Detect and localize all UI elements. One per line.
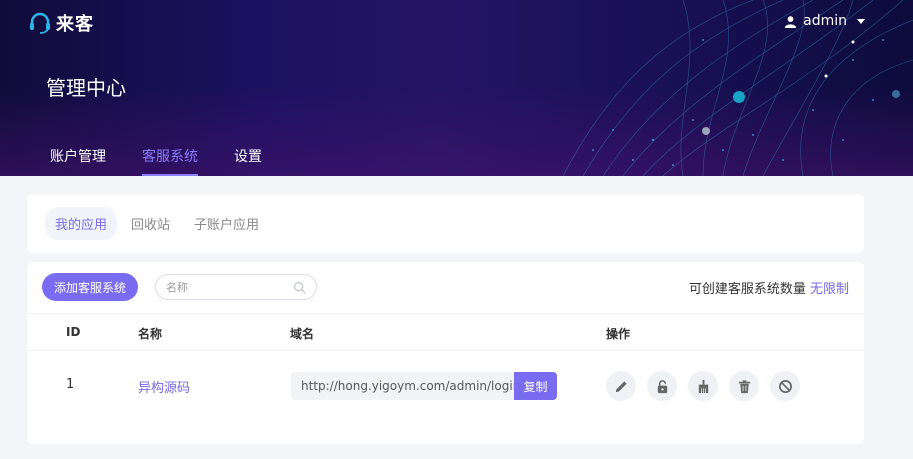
quota-label: 可创建客服系统数量 — [688, 281, 806, 297]
subtab-sub-account-apps[interactable]: 子账户应用 — [184, 207, 269, 240]
edit-button[interactable] — [606, 371, 636, 401]
edit-icon — [615, 380, 627, 392]
trash-icon — [738, 379, 750, 393]
toolbar: 添加客服系统 可创建客服系统数量 无限制 — [42, 273, 849, 301]
delete-button[interactable] — [729, 371, 759, 401]
header-name: 名称 — [138, 327, 163, 341]
nav-tab-service-system[interactable]: 客服系统 — [142, 146, 198, 176]
row-actions — [606, 371, 800, 401]
copy-button[interactable]: 复制 — [514, 372, 557, 400]
clean-brush-icon — [698, 379, 708, 393]
add-service-system-button[interactable]: 添加客服系统 — [42, 273, 139, 301]
header-id: ID — [66, 325, 81, 339]
header-ops: 操作 — [606, 327, 631, 341]
nav-tab-account[interactable]: 账户管理 — [50, 146, 106, 176]
disable-button[interactable] — [770, 371, 800, 401]
brand-logo[interactable]: 来客 — [28, 10, 94, 36]
row-name-link[interactable]: 异构源码 — [138, 377, 190, 396]
table-row: 1 异构源码 http://hong.yigoym.com/admin/logi… — [27, 370, 864, 402]
clean-button[interactable] — [688, 371, 718, 401]
user-menu[interactable]: admin — [784, 13, 865, 29]
subtab-my-apps[interactable]: 我的应用 — [45, 207, 118, 240]
domain-field: http://hong.yigoym.com/admin/login/in 复制 — [291, 372, 557, 400]
quota-info: 可创建客服系统数量 无限制 — [689, 278, 849, 297]
subtab-recycle-bin[interactable]: 回收站 — [121, 207, 180, 240]
chevron-down-icon — [857, 18, 865, 24]
app-list-card: 添加客服系统 可创建客服系统数量 无限制 ID 名称 域名 操作 1 异构源码 … — [27, 262, 864, 444]
quota-value: 无限制 — [809, 281, 849, 297]
domain-text[interactable]: http://hong.yigoym.com/admin/login/in — [291, 372, 514, 400]
row-id: 1 — [66, 377, 75, 392]
search-input[interactable] — [166, 280, 277, 294]
page-title: 管理中心 — [46, 76, 126, 100]
header-domain: 域名 — [290, 327, 315, 341]
search-icon[interactable] — [293, 281, 306, 294]
brand-name: 来客 — [56, 14, 94, 35]
unlock-icon — [657, 379, 667, 393]
nav-tab-settings[interactable]: 设置 — [234, 146, 262, 176]
subtab-card: 我的应用 回收站 子账户应用 — [27, 194, 864, 253]
disable-icon — [778, 379, 792, 393]
user-name: admin — [803, 13, 847, 29]
search-box[interactable] — [155, 274, 318, 300]
unlock-button[interactable] — [647, 371, 677, 401]
user-icon — [784, 15, 797, 28]
headset-icon — [30, 12, 50, 34]
main-nav: 账户管理 客服系统 设置 — [50, 146, 298, 176]
table-header: ID 名称 域名 操作 — [27, 313, 864, 351]
header-banner: 来客 admin 管理中心 账户管理 客服系统 设置 — [0, 0, 913, 176]
